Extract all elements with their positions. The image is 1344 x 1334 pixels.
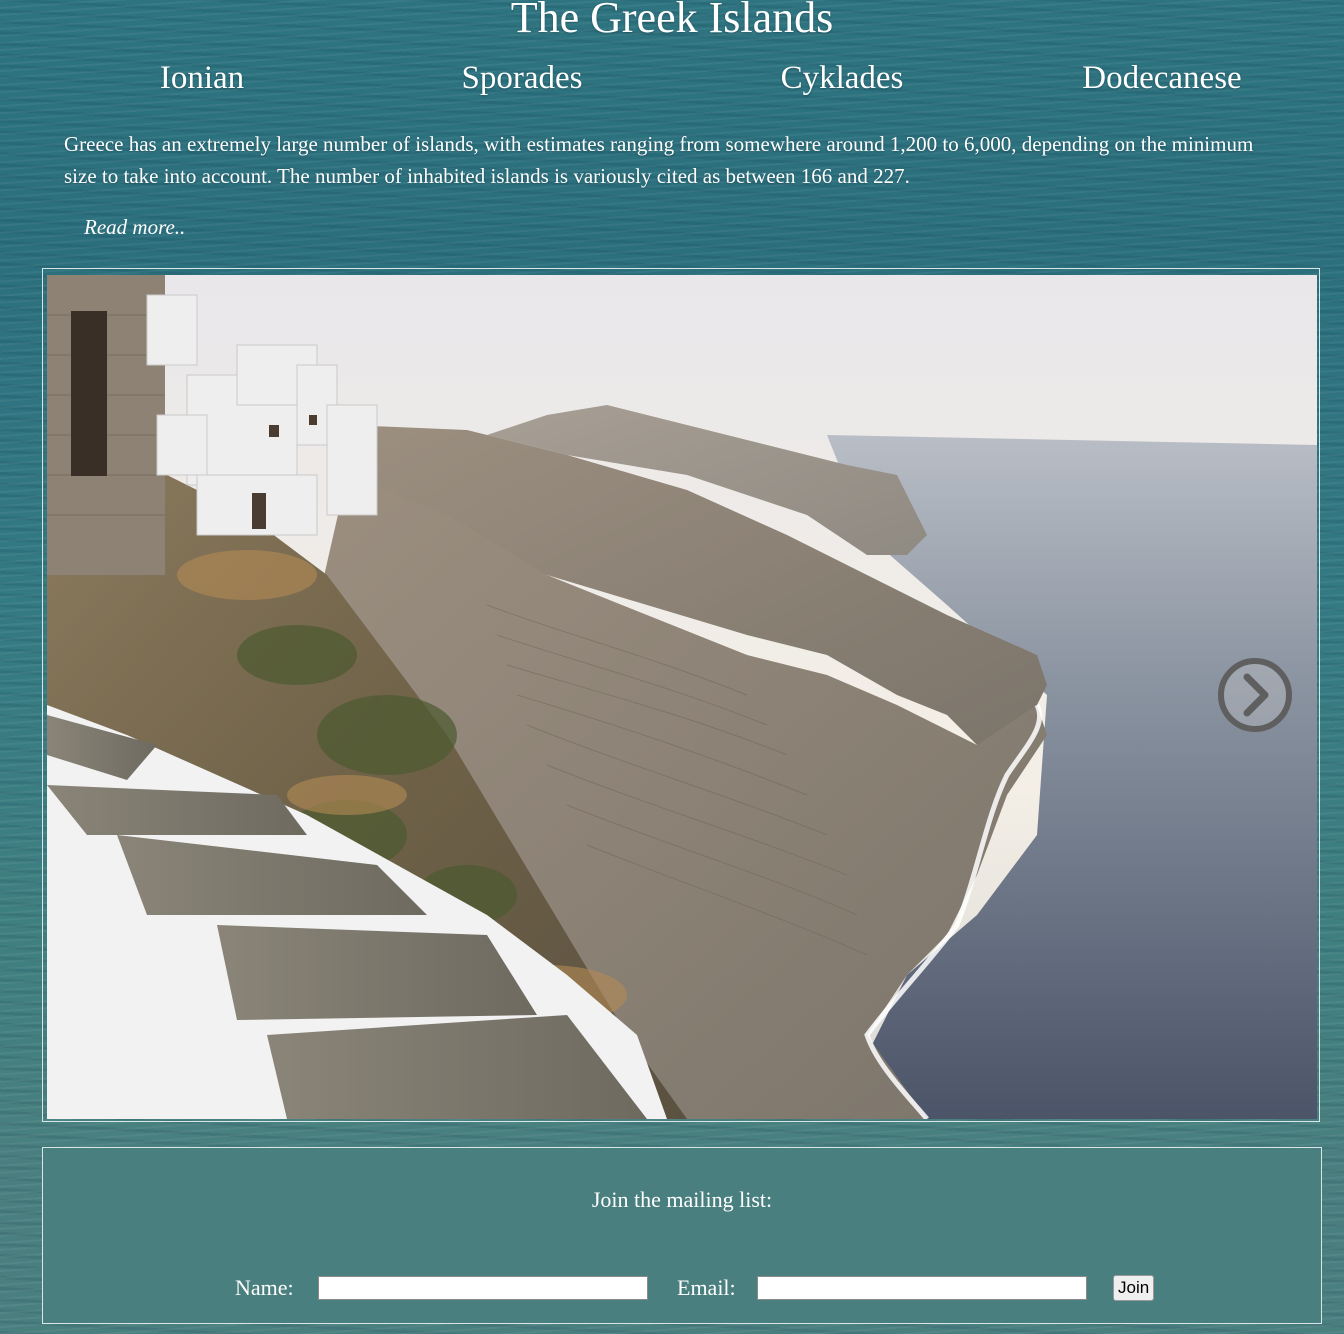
page-title: The Greek Islands: [510, 0, 834, 42]
next-slide-button[interactable]: [1217, 657, 1293, 733]
nav-item-sporades[interactable]: Sporades: [362, 58, 682, 98]
nav-item-dodecanese[interactable]: Dodecanese: [1002, 58, 1322, 98]
join-button[interactable]: Join: [1113, 1275, 1155, 1301]
email-field[interactable]: [757, 1276, 1087, 1300]
nav-item-ionian[interactable]: Ionian: [42, 58, 362, 98]
email-label: Email:: [677, 1275, 736, 1300]
chevron-right-circle-icon: [1218, 658, 1292, 732]
intro-paragraph: Greece has an extremely large number of …: [64, 132, 1254, 188]
photo-slideshow: [42, 268, 1320, 1122]
island-group-nav: Ionian Sporades Cyklades Dodecanese: [42, 58, 1322, 98]
name-label: Name:: [235, 1275, 294, 1300]
slide-photo: [47, 275, 1317, 1119]
page: The Greek Islands Ionian Sporades Cyklad…: [0, 0, 1344, 1334]
name-field[interactable]: [318, 1276, 648, 1300]
mailing-list-heading: Join the mailing list:: [591, 1187, 773, 1212]
nav-item-cyklades[interactable]: Cyklades: [682, 58, 1002, 98]
island-cliff-photo: [47, 275, 1317, 1119]
read-more-link[interactable]: Read more..: [84, 212, 185, 242]
mailing-list-form: Join the mailing list: Name: Email: Join: [42, 1147, 1322, 1324]
